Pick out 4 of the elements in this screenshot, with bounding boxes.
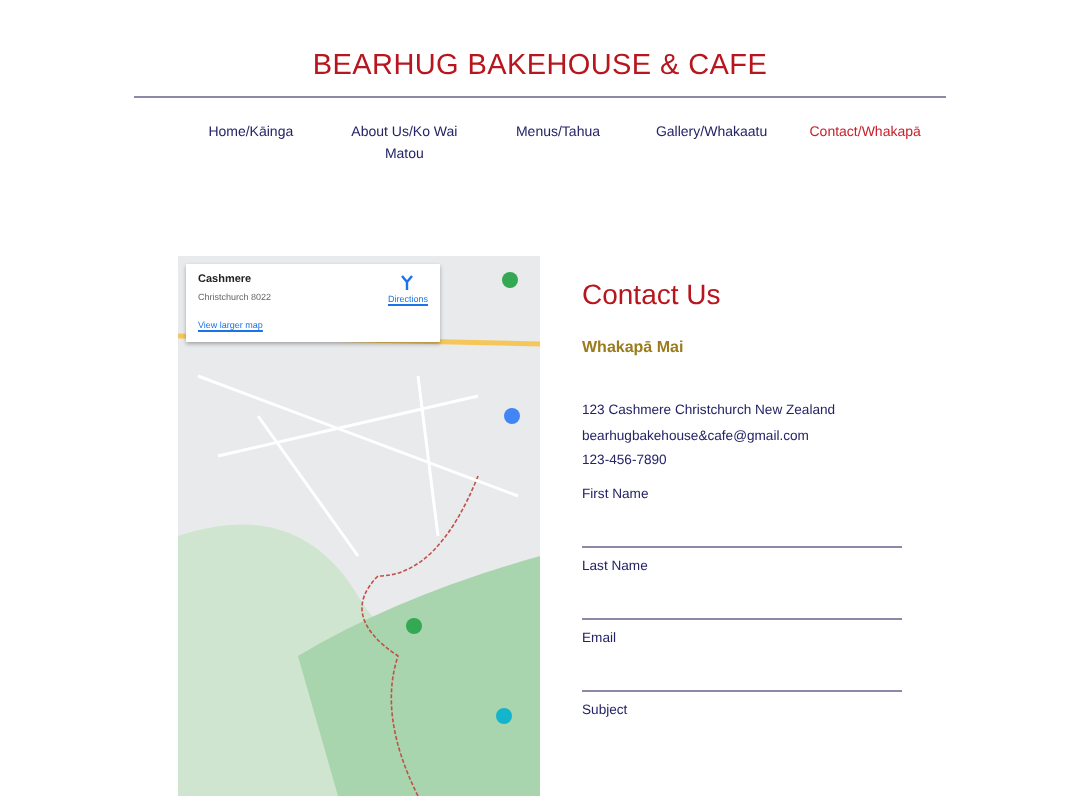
directions-icon <box>400 274 415 290</box>
site-title: BEARHUG BAKEHOUSE & CAFE <box>310 48 770 82</box>
contact-heading: Contact Us <box>582 278 723 310</box>
contact-subheading: Whakapā Mai <box>582 338 686 356</box>
